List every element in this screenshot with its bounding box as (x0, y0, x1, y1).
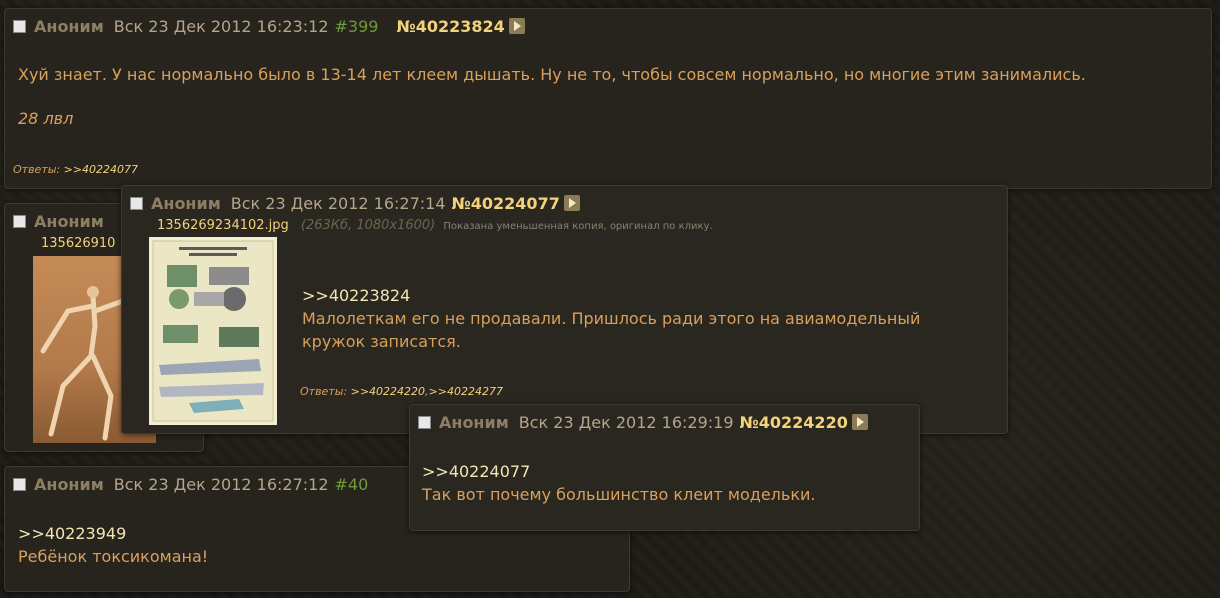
post-index: #399 (334, 17, 379, 36)
post-text: Ребёнок токсикомана! (18, 547, 209, 566)
replies-label: Ответы: (300, 385, 348, 398)
expand-icon[interactable] (508, 18, 525, 34)
post-header: Аноним Вск 23 Дек 2012 16:27:12 #40 (13, 475, 386, 494)
post-text-line1: Малолеткам его не продавали. Пришлось ра… (302, 309, 921, 328)
poster-name: Аноним (439, 413, 509, 432)
post-date: Вск 23 Дек 2012 16:27:12 (113, 475, 329, 494)
poster-name: Аноним (34, 17, 104, 36)
post-header: Аноним Вск 23 Дек 2012 16:29:19 №40224220 (418, 413, 868, 432)
reply-ref-link[interactable]: >>40223949 (18, 522, 208, 545)
reply-link[interactable]: >>40224220 (351, 385, 425, 398)
poster-name: Аноним (151, 194, 221, 213)
file-name[interactable]: 1356269234102.jpg (157, 218, 289, 233)
file-info: 1356269234102.jpg (263Кб, 1080x1600) Пок… (157, 218, 713, 233)
post-date: Вск 23 Дек 2012 16:23:12 (113, 17, 329, 36)
post-checkbox[interactable] (13, 215, 26, 228)
popup-post-40224077: Аноним Вск 23 Дек 2012 16:27:14 №40224077 … (121, 185, 1008, 434)
post-header: Аноним Вск 23 Дек 2012 16:23:12 #399 №40223… (13, 17, 525, 36)
poster-name: Аноним (34, 475, 104, 494)
post-checkbox[interactable] (418, 416, 431, 429)
file-meta: (263Кб, 1080x1600) (300, 218, 436, 233)
popup-post-40224220: Аноним Вск 23 Дек 2012 16:29:19 №40224220 … (409, 404, 920, 531)
post-number[interactable]: №40223824 (396, 17, 504, 36)
post-40223824: Аноним Вск 23 Дек 2012 16:23:12 #399 №40223… (4, 8, 1212, 189)
post-text: Так вот почему большинство клеит модельк… (422, 485, 816, 504)
reply-link[interactable]: >>40224077 (64, 163, 138, 176)
expand-icon[interactable] (851, 414, 868, 430)
post-image[interactable] (149, 237, 277, 425)
expand-icon[interactable] (563, 195, 580, 211)
post-header: Аноним Вск 23 Дек 2012 16:27:14 №40224077 (130, 194, 580, 213)
post-number[interactable]: №40224220 (740, 413, 848, 432)
post-index: #40 (334, 475, 369, 494)
post-checkbox[interactable] (13, 20, 26, 33)
reply-ref-link[interactable]: >>40224077 (422, 460, 815, 483)
post-checkbox[interactable] (13, 478, 26, 491)
poster-name: Аноним (34, 212, 104, 231)
replies-label: Ответы: (13, 163, 61, 176)
post-replies: Ответы: >>40224220,>>40224277 (300, 385, 503, 398)
post-date: Вск 23 Дек 2012 16:27:14 (230, 194, 446, 213)
file-name[interactable]: 135626910 (41, 236, 115, 251)
post-signature: 28 лвл (18, 109, 74, 128)
post-header: Аноним (13, 212, 114, 231)
post-body: >>40223824 Малолеткам его не продавали. … (302, 284, 920, 353)
file-note: Показана уменьшенная копия, оригинал по … (443, 221, 713, 232)
reply-ref-link[interactable]: >>40223824 (302, 284, 920, 307)
reply-link[interactable]: >>40224277 (429, 385, 503, 398)
post-replies: Ответы: >>40224077 (13, 163, 138, 176)
post-body: >>40223949 Ребёнок токсикомана! (18, 522, 208, 568)
post-text-line2: кружок записатся. (302, 332, 461, 351)
post-number[interactable]: №40224077 (452, 194, 560, 213)
post-checkbox[interactable] (130, 197, 143, 210)
post-body: >>40224077 Так вот почему большинство кл… (422, 460, 815, 506)
post-text: Хуй знает. У нас нормально было в 13-14 … (18, 65, 1086, 84)
post-date: Вск 23 Дек 2012 16:29:19 (518, 413, 734, 432)
